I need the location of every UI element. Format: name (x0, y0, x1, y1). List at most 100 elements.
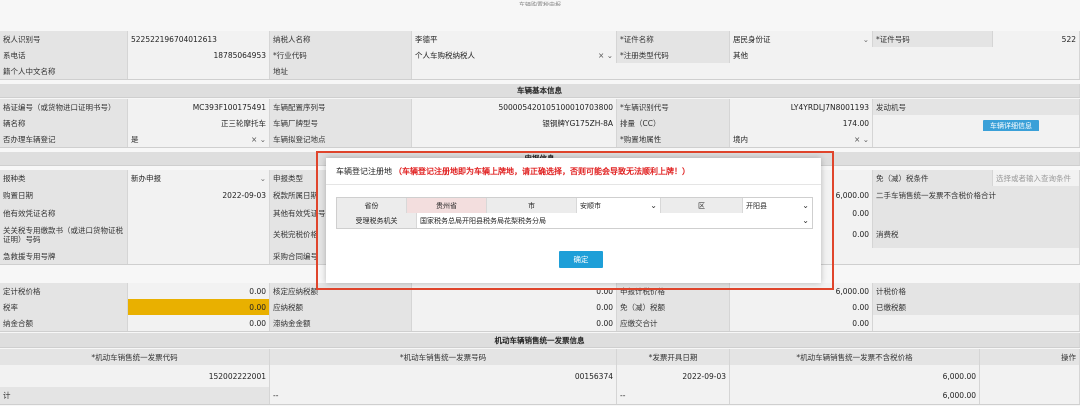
row-rate: 税率 0.00 应纳税额 0.00 免（减）税额 0.00 已缴税额 (0, 299, 1080, 316)
industry-select[interactable]: 个人车购税纳税人 × ⌄ (412, 47, 617, 63)
exempt-amt-value: 0.00 (730, 299, 873, 315)
other-cert-value[interactable] (128, 205, 270, 221)
id-type-value: 居民身份证 (733, 34, 771, 44)
invoice-date-header: *发票开具日期 (617, 349, 730, 365)
invoice-header: *机动车销售统一发票代码 *机动车销售统一发票号码 *发票开具日期 *机动车辆销… (0, 349, 1080, 366)
detail-cell (873, 115, 1080, 131)
model-label: 车辆厂牌型号 (270, 115, 412, 131)
clear-icon[interactable]: × ⌄ (598, 51, 613, 60)
invoice-total-label: 计 (0, 387, 270, 404)
row-phone: 系电话 18785064953 *行业代码 个人车购税纳税人 × ⌄ *注册类型代… (0, 47, 1080, 64)
emergency-value[interactable] (128, 248, 270, 264)
deduct-value: 0.00 (412, 315, 617, 331)
chevron-down-icon: ⌄ (650, 201, 657, 210)
region-table: 省份 贵州省 市 安顺市 ⌄ 区 开阳县 ⌄ 受理税务机关 国家税务总局开阳县税务局… (336, 197, 813, 229)
reg-select[interactable]: 是 × ⌄ (128, 131, 270, 147)
reg-type-value: 其他 (730, 47, 1080, 63)
phone-value[interactable]: 18785064953 (128, 47, 270, 63)
other-cert-label: 他有效凭证名称 (0, 205, 128, 221)
taxpayer-name-label: 纳税人名称 (270, 31, 412, 47)
taxpayer-id-value: 522522196704012613 (128, 31, 270, 47)
rate-label: 税率 (0, 299, 128, 315)
empty-cell (873, 131, 1080, 147)
buy-attr-select[interactable]: 境内 × ⌄ (730, 131, 873, 147)
vname-label: 辆名称 (0, 115, 128, 131)
section-invoice-title: 机动车辆销售统一发票信息 (0, 333, 1080, 347)
row-tax-total: 纳金合额 0.00 滞纳金金额 0.00 应缴交合计 0.00 (0, 315, 1080, 332)
calc-label: 计税价格 (873, 283, 1080, 299)
rate-value: 0.00 (128, 299, 270, 315)
vname-value[interactable]: 正三轮摩托车 (128, 115, 270, 131)
office-row: 受理税务机关 国家税务总局开阳县税务局花梨税务分局 ⌄ (337, 213, 812, 228)
section-vehicle-title: 车辆基本信息 (0, 84, 1080, 97)
clear-icon[interactable]: × ⌄ (854, 135, 869, 144)
addr-label: 地址 (270, 63, 412, 79)
disp-value[interactable]: 174.00 (730, 115, 873, 131)
buy-attr-label: *购置地属性 (617, 131, 730, 147)
row-cert: 格证编号（或货物进口证明书号） MC393F100175491 车辆配置序列号 … (0, 99, 1080, 116)
invoice-code-cell: 152002222001 (0, 365, 270, 387)
refund-value: 0.00 (730, 315, 873, 331)
invoice-no-header: *机动车销售统一发票号码 (270, 349, 617, 365)
city-select[interactable]: 安顺市 ⌄ (577, 198, 661, 213)
confirm-button[interactable]: 确定 (559, 251, 603, 268)
invoice-op-header: 操作 (980, 349, 1080, 365)
reg-place-value[interactable] (412, 131, 617, 147)
buy-attr-value: 境内 (733, 134, 748, 144)
emergency-label: 急救援专用号牌 (0, 248, 128, 264)
page-title: 车辆购置税申报 (518, 2, 561, 6)
section-invoice: 机动车辆销售统一发票信息 (0, 333, 1080, 348)
buy-date-value[interactable]: 2022-09-03 (128, 186, 270, 205)
tax-total-label: 纳金合额 (0, 315, 128, 331)
province-value[interactable]: 贵州省 (407, 198, 487, 213)
engine-label: 发动机号 (873, 99, 1080, 115)
payable-value: 0.00 (412, 299, 617, 315)
office-select[interactable]: 国家税务总局开阳县税务局花梨税务分局 ⌄ (417, 213, 812, 228)
id-no-label: *证件号码 (873, 31, 993, 47)
row-vehicle-name: 辆名称 正三轮摩托车 车辆厂牌型号 银钢牌YG175ZH-8A 排量（CC） 1… (0, 115, 1080, 132)
clear-icon[interactable]: × ⌄ (251, 135, 266, 144)
chevron-down-icon: ⌄ (802, 216, 809, 225)
invoice-code-header: *机动车销售统一发票代码 (0, 349, 270, 365)
invoice-total-label: 二手车销售统一发票不含税价格合计 (873, 186, 1080, 205)
cn-name-value[interactable] (128, 63, 270, 79)
calc-price-value: 0.00 (128, 283, 270, 299)
office-label: 受理税务机关 (337, 213, 417, 228)
model-value[interactable]: 银钢牌YG175ZH-8A (412, 115, 617, 131)
reg-place-label: 车辆拟登记地点 (270, 131, 412, 147)
tax-total-value: 0.00 (128, 315, 270, 331)
addr-value[interactable] (412, 63, 1080, 79)
exempt-input[interactable]: 选择或者输入查询条件 (993, 170, 1080, 186)
dialog-title: 车辆登记注册地 (336, 167, 392, 176)
cn-name-label: 籍个人中文名称 (0, 63, 128, 79)
taxpayer-id-label: 税人识别号 (0, 31, 128, 47)
row-taxpayer-id: 税人识别号 522522196704012613 纳税人名称 李德平 *证件名称… (0, 31, 1080, 48)
invoice-total-op (980, 387, 1080, 404)
declare-type-value: 新办申报 (131, 173, 161, 183)
refund-label: 应缴交合计 (617, 315, 730, 331)
invoice-total-dash2: -- (617, 387, 730, 404)
city-label: 市 (487, 198, 577, 213)
phone-label: 系电话 (0, 47, 128, 63)
cert-value[interactable]: MC393F100175491 (128, 99, 270, 115)
declare-type-label: 报种类 (0, 170, 128, 186)
invoice-total-price: 6,000.00 (730, 387, 980, 404)
exempt-label: 免（减）税条件 (873, 170, 993, 186)
id-no-value[interactable]: 522 (993, 31, 1080, 47)
invoice-price-header: *机动车辆销售统一发票不含税价格 (730, 349, 980, 365)
id-type-select[interactable]: 居民身份证 (730, 31, 873, 47)
config-value[interactable]: 500005420105100010703800 (412, 99, 617, 115)
exempt-amt-label: 免（减）税额 (617, 299, 730, 315)
district-value: 开阳县 (746, 201, 767, 210)
industry-label: *行业代码 (270, 47, 412, 63)
taxpayer-name-value: 李德平 (412, 31, 617, 47)
invoice-op-cell (980, 365, 1080, 387)
district-select[interactable]: 开阳县 ⌄ (743, 198, 812, 213)
declare-type-select[interactable]: 新办申报 (128, 170, 270, 186)
industry-value: 个人车购税纳税人 (415, 50, 475, 60)
deduct-label: 滞纳金金额 (270, 315, 412, 331)
dialog-header: 车辆登记注册地 （车辆登记注册地即为车辆上牌地，请正确选择，否则可能会导致无法顺… (336, 166, 690, 177)
vin-value[interactable]: LY4YRDLJ7N8001193 (730, 99, 873, 115)
customs-value[interactable] (128, 221, 270, 248)
city-value: 安顺市 (580, 201, 601, 210)
